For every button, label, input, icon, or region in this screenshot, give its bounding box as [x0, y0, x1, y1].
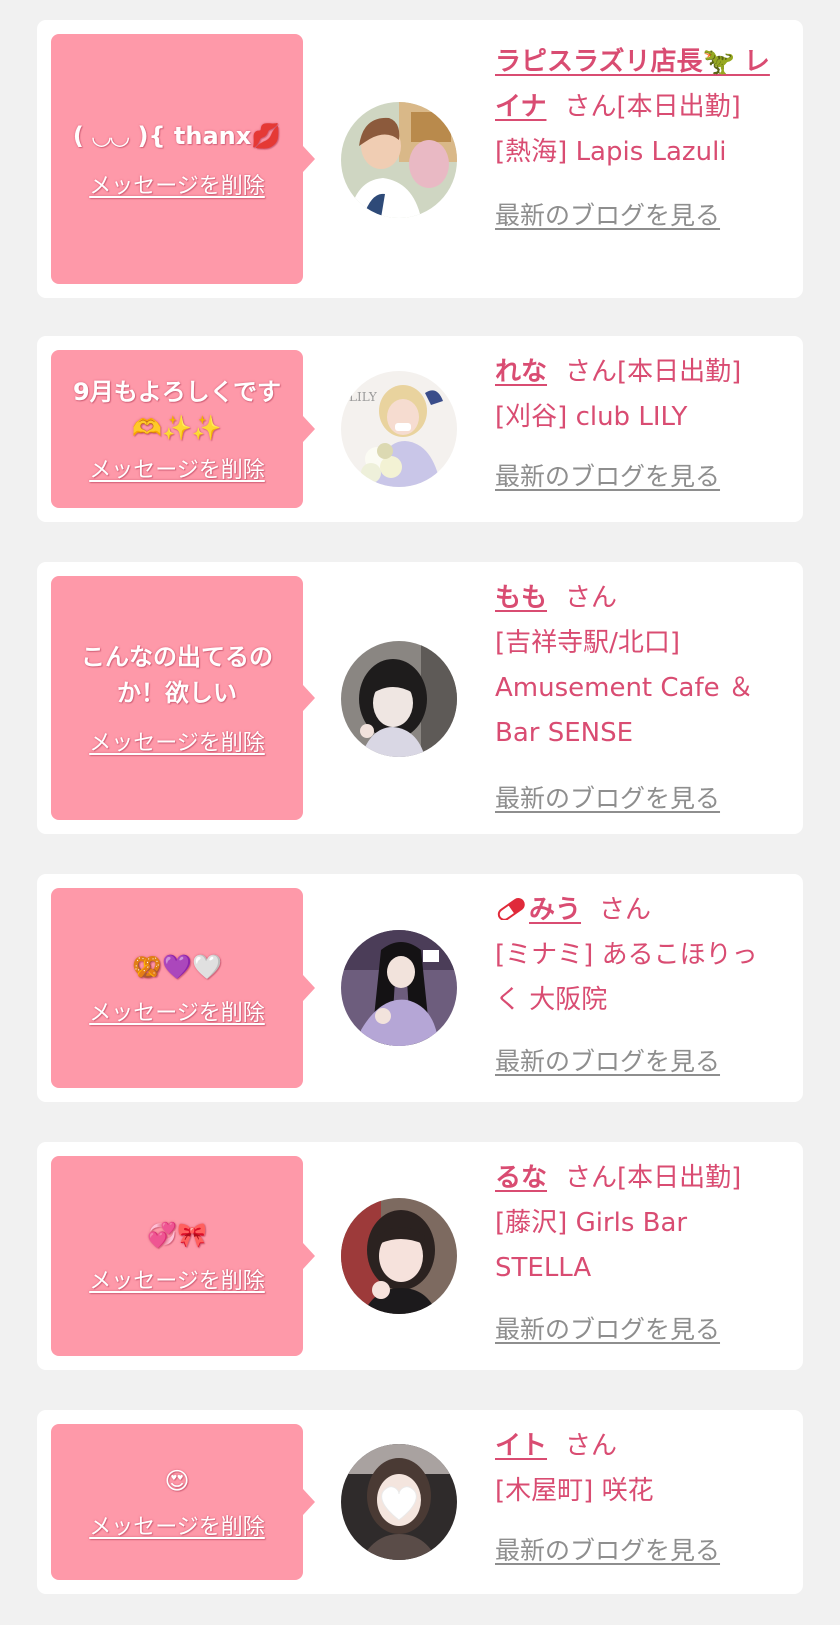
attendance-status: [本日出勤] — [616, 92, 741, 122]
avatar[interactable] — [341, 1198, 457, 1314]
area-label: [ミナミ] — [495, 940, 594, 970]
avatar[interactable] — [341, 930, 457, 1046]
avatar-photo-icon — [341, 1198, 457, 1314]
cast-name-link[interactable]: みう — [529, 895, 581, 925]
cast-info: れな さん[本日出勤] [刈谷] club LILY 最新のブログを見る — [495, 350, 783, 499]
latest-blog-link[interactable]: 最新のブログを見る — [495, 1039, 783, 1084]
shop-name: club LILY — [575, 402, 688, 432]
message-card: ( ◡◡ ){ thanx💋 メッセージを削除 ラピスラズリ店長🦖 レイナ さん[… — [37, 20, 803, 298]
message-text: 🥨💜🤍 — [132, 949, 222, 985]
avatar-photo-icon — [341, 1444, 457, 1560]
delete-message-link[interactable]: メッセージを削除 — [89, 1263, 265, 1295]
delete-message-link[interactable]: メッセージを削除 — [89, 168, 265, 200]
latest-blog-link[interactable]: 最新のブログを見る — [495, 1528, 783, 1573]
shop-name: Amusement Cafe ＆Bar SENSE — [495, 673, 754, 748]
pill-icon — [497, 898, 525, 920]
area-label: [藤沢] — [495, 1208, 568, 1238]
avatar-photo-icon — [341, 102, 457, 218]
honorific: さん — [599, 895, 652, 925]
attendance-status: [本日出勤] — [617, 1163, 742, 1193]
cast-name-link[interactable]: イト — [495, 1431, 547, 1461]
delete-message-link[interactable]: メッセージを削除 — [89, 1509, 265, 1541]
honorific: さん — [565, 1163, 618, 1193]
message-bubble: 🥨💜🤍 メッセージを削除 — [51, 888, 315, 1088]
message-text: こんなの出てるのか！欲しい — [81, 643, 273, 707]
cast-info: イト さん [木屋町] 咲花 最新のブログを見る — [495, 1424, 783, 1573]
area-label: [吉祥寺駅/北口] — [495, 628, 681, 658]
latest-blog-link[interactable]: 最新のブログを見る — [495, 776, 783, 821]
message-text: ( ◡◡ ){ thanx💋 — [73, 118, 281, 154]
shop-name: 咲花 — [601, 1476, 654, 1506]
avatar[interactable] — [341, 1444, 457, 1560]
message-text: 😍 — [164, 1463, 189, 1499]
honorific: さん — [564, 92, 617, 122]
cast-info: みう さん [ミナミ] あるこほりっく 大阪院 最新のブログを見る — [495, 888, 783, 1084]
area-label: [木屋町] — [495, 1476, 594, 1506]
avatar[interactable] — [341, 102, 457, 218]
honorific: さん — [565, 583, 618, 613]
latest-blog-link[interactable]: 最新のブログを見る — [495, 1307, 783, 1352]
area-label: [刈谷] — [495, 402, 568, 432]
shop-name: Lapis Lazuli — [575, 137, 727, 167]
message-list: ( ◡◡ ){ thanx💋 メッセージを削除 ラピスラズリ店長🦖 レイナ さん[… — [0, 0, 840, 1625]
message-bubble: 💞🎀 メッセージを削除 — [51, 1156, 315, 1356]
latest-blog-link[interactable]: 最新のブログを見る — [495, 454, 783, 499]
latest-blog-link[interactable]: 最新のブログを見る — [495, 193, 783, 238]
message-card: 😍 メッセージを削除 イト さん [木屋町] 咲花 最新のブログを見る — [37, 1410, 803, 1594]
avatar-photo-icon: LILY — [341, 371, 457, 487]
delete-message-link[interactable]: メッセージを削除 — [89, 452, 265, 484]
message-card: こんなの出てるのか！欲しい メッセージを削除 もも さん [吉祥寺駅/北口] Am… — [37, 562, 803, 834]
message-card: 🥨💜🤍 メッセージを削除 みう さん [ミナミ] あるこほりっく 大阪院 最新のブ… — [37, 874, 803, 1102]
message-card: 💞🎀 メッセージを削除 るな さん[本日出勤] [藤沢] Girls Bar ST… — [37, 1142, 803, 1370]
avatar[interactable] — [341, 641, 457, 757]
message-bubble: 9月もよろしくです 🫶✨✨ メッセージを削除 — [51, 350, 315, 508]
message-text: 9月もよろしくです 🫶✨✨ — [73, 374, 281, 446]
hearts-ribbon-emoji-icon: 💞🎀 — [147, 1221, 207, 1249]
avatar-photo-icon — [341, 641, 457, 757]
area-label: [熱海] — [495, 137, 568, 167]
heart-hands-sparkles-emoji-icon: 🫶✨✨ — [132, 414, 222, 442]
message-bubble: 😍 メッセージを削除 — [51, 1424, 315, 1580]
cast-info: るな さん[本日出勤] [藤沢] Girls Bar STELLA 最新のブログを… — [495, 1156, 783, 1352]
attendance-status: [本日出勤] — [617, 357, 742, 387]
pretzel-heart-emoji-icon: 🥨💜🤍 — [132, 953, 222, 981]
delete-message-link[interactable]: メッセージを削除 — [89, 725, 265, 757]
cast-info: もも さん [吉祥寺駅/北口] Amusement Cafe ＆Bar SENSE… — [495, 576, 783, 821]
heart-eyes-emoji-icon: 😍 — [164, 1467, 190, 1495]
message-card: 9月もよろしくです 🫶✨✨ メッセージを削除 LILY れな さん[本日出勤] [刈… — [37, 336, 803, 522]
message-text: 💞🎀 — [147, 1217, 207, 1253]
kiss-emoji-icon: 💋 — [251, 122, 282, 150]
honorific: さん — [565, 357, 618, 387]
avatar-photo-icon — [341, 930, 457, 1046]
svg-text:LILY: LILY — [349, 390, 378, 404]
delete-message-link[interactable]: メッセージを削除 — [89, 995, 265, 1027]
cast-name-link[interactable]: もも — [495, 583, 547, 613]
cast-name-link[interactable]: れな — [495, 357, 547, 387]
cast-name-link[interactable]: るな — [495, 1163, 547, 1193]
message-bubble: ( ◡◡ ){ thanx💋 メッセージを削除 — [51, 34, 315, 284]
honorific: さん — [565, 1431, 618, 1461]
message-bubble: こんなの出てるのか！欲しい メッセージを削除 — [51, 576, 315, 820]
cast-info: ラピスラズリ店長🦖 レイナ さん[本日出勤] [熱海] Lapis Lazuli … — [495, 40, 783, 238]
avatar[interactable]: LILY — [341, 371, 457, 487]
